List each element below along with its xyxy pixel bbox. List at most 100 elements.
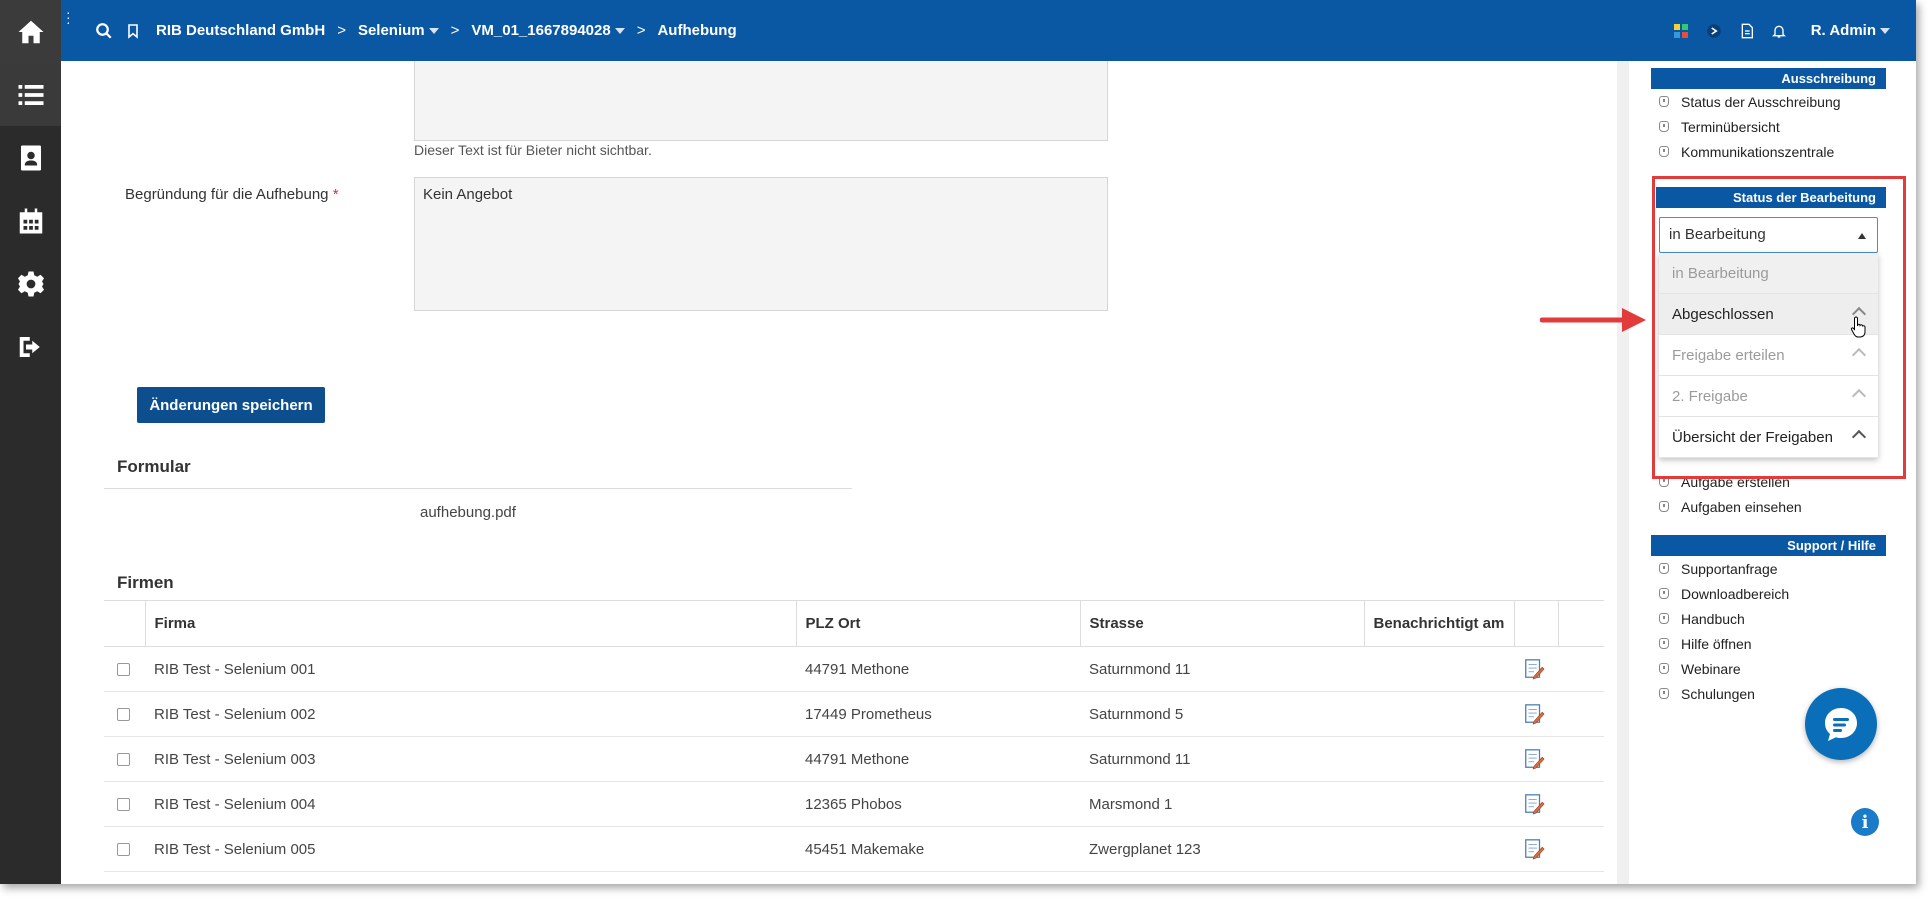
edit-icon[interactable]	[1514, 781, 1558, 827]
top-actions: R. Admin	[1673, 0, 1890, 61]
breadcrumb-page: Aufhebung	[657, 22, 737, 39]
cell-notified	[1364, 781, 1514, 827]
link-aufgaben-einsehen[interactable]: Aufgaben einsehen	[1651, 494, 1886, 519]
support-header: Support / Hilfe	[1651, 535, 1886, 556]
link-terminuebersicht[interactable]: Terminübersicht	[1651, 114, 1886, 139]
user-menu[interactable]: R. Admin	[1811, 22, 1890, 39]
column-strasse[interactable]: Strasse	[1079, 600, 1364, 647]
table-row: RIB Test - Selenium 005 45451 Makemake Z…	[104, 826, 1604, 872]
left-nav	[0, 0, 61, 884]
firms-title: Firmen	[117, 573, 174, 592]
cell-ort: 44791 Methone	[796, 646, 1080, 692]
link-supportanfrage[interactable]: Supportanfrage	[1651, 556, 1886, 581]
mouse-icon	[1659, 146, 1669, 157]
breadcrumb-tender[interactable]: VM_01_1667894028	[471, 22, 625, 39]
document-icon[interactable]	[1739, 22, 1755, 40]
highlight-box	[1652, 176, 1906, 479]
mouse-icon	[1659, 688, 1669, 699]
nav-contacts[interactable]	[0, 126, 61, 189]
nav-calendar[interactable]	[0, 189, 61, 252]
column-firma[interactable]: Firma	[144, 600, 796, 647]
cell-firma: RIB Test - Selenium 002	[145, 691, 796, 737]
cell-notified	[1364, 646, 1514, 692]
table-row: RIB Test - Selenium 001 44791 Methone Sa…	[104, 646, 1604, 692]
row-checkbox[interactable]	[117, 843, 130, 857]
link-kommunikationszentrale[interactable]: Kommunikationszentrale	[1651, 139, 1886, 164]
right-panel: Ausschreibung Status der Ausschreibung T…	[1651, 61, 1886, 702]
address-book-icon	[20, 145, 41, 170]
internal-note-textarea[interactable]	[414, 61, 1108, 141]
list-icon	[18, 84, 43, 105]
switch-icon[interactable]	[1705, 22, 1723, 40]
mouse-icon	[1659, 663, 1669, 674]
nav-home[interactable]	[0, 0, 61, 63]
mouse-icon	[1659, 638, 1669, 649]
apps-icon[interactable]	[1673, 23, 1689, 39]
edit-icon[interactable]	[1514, 826, 1558, 872]
main-scrollbar[interactable]	[1617, 61, 1629, 884]
cell-ort: 12365 Phobos	[796, 781, 1080, 827]
cell-firma: RIB Test - Selenium 004	[145, 781, 796, 827]
home-icon	[18, 20, 43, 43]
link-status-ausschreibung[interactable]: Status der Ausschreibung	[1651, 89, 1886, 114]
cell-strasse: Marsmond 1	[1080, 781, 1364, 827]
cell-strasse: Saturnmond 11	[1080, 646, 1364, 692]
chevron-down-icon	[1880, 28, 1890, 35]
more-vertical-icon[interactable]: · · ·	[66, 5, 78, 29]
info-icon[interactable]: i	[1851, 808, 1879, 836]
nav-list[interactable]	[0, 63, 61, 126]
save-changes-button[interactable]: Änderungen speichern	[137, 387, 325, 423]
search-icon[interactable]	[95, 22, 113, 40]
cell-strasse: Zwergplanet 123	[1080, 826, 1364, 872]
cell-notified	[1364, 736, 1514, 782]
chat-button[interactable]	[1805, 688, 1877, 760]
column-actions	[1513, 600, 1558, 647]
link-hilfe-oeffnen[interactable]: Hilfe öffnen	[1651, 631, 1886, 656]
column-plz-ort[interactable]: PLZ Ort	[795, 600, 1080, 647]
cell-ort: 17449 Prometheus	[796, 691, 1080, 737]
cell-firma: RIB Test - Selenium 005	[145, 826, 796, 872]
breadcrumb-separator: >	[450, 22, 460, 39]
mouse-icon	[1659, 563, 1669, 574]
formular-file-link[interactable]: aufhebung.pdf	[420, 504, 516, 521]
nav-logout[interactable]	[0, 315, 61, 378]
top-bar: RIB Deutschland GmbH > Selenium > VM_01_…	[61, 0, 1916, 61]
arrow-icon	[1540, 308, 1646, 332]
mouse-icon	[1659, 501, 1669, 512]
breadcrumb-project[interactable]: Selenium	[358, 22, 439, 39]
column-notified[interactable]: Benachrichtigt am	[1363, 600, 1514, 647]
firms-table: Firma PLZ Ort Strasse Benachrichtigt am …	[104, 600, 1604, 872]
cell-ort: 45451 Makemake	[796, 826, 1080, 872]
cell-notified	[1364, 691, 1514, 737]
edit-icon[interactable]	[1514, 736, 1558, 782]
link-downloadbereich[interactable]: Downloadbereich	[1651, 581, 1886, 606]
cell-strasse: Saturnmond 5	[1080, 691, 1364, 737]
calendar-icon	[19, 208, 42, 233]
table-row: RIB Test - Selenium 003 44791 Methone Sa…	[104, 736, 1604, 782]
nav-settings[interactable]	[0, 252, 61, 315]
link-webinare[interactable]: Webinare	[1651, 656, 1886, 681]
main-content: Dieser Text ist für Bieter nicht sichtba…	[80, 61, 1620, 884]
ausschreibung-header: Ausschreibung	[1651, 68, 1886, 89]
cell-firma: RIB Test - Selenium 003	[145, 736, 796, 782]
row-checkbox[interactable]	[117, 753, 130, 767]
breadcrumb-company[interactable]: RIB Deutschland GmbH	[156, 22, 325, 39]
chevron-down-icon	[614, 28, 625, 35]
row-checkbox[interactable]	[117, 663, 130, 677]
breadcrumb-separator: >	[337, 22, 346, 39]
formular-title: Formular	[117, 457, 191, 476]
app-window: RIB Deutschland GmbH > Selenium > VM_01_…	[0, 0, 1916, 884]
mouse-icon	[1659, 588, 1669, 599]
table-row: RIB Test - Selenium 004 12365 Phobos Mar…	[104, 781, 1604, 827]
table-row: RIB Test - Selenium 002 17449 Prometheus…	[104, 691, 1604, 737]
select-all-column	[104, 600, 145, 647]
bell-icon[interactable]	[1771, 22, 1787, 40]
edit-icon[interactable]	[1514, 691, 1558, 737]
bookmark-icon[interactable]	[125, 22, 141, 40]
reason-textarea[interactable]: Kein Angebot	[414, 177, 1108, 311]
row-checkbox[interactable]	[117, 798, 130, 812]
mouse-icon	[1659, 96, 1669, 107]
row-checkbox[interactable]	[117, 708, 130, 722]
link-handbuch[interactable]: Handbuch	[1651, 606, 1886, 631]
edit-icon[interactable]	[1514, 646, 1558, 692]
